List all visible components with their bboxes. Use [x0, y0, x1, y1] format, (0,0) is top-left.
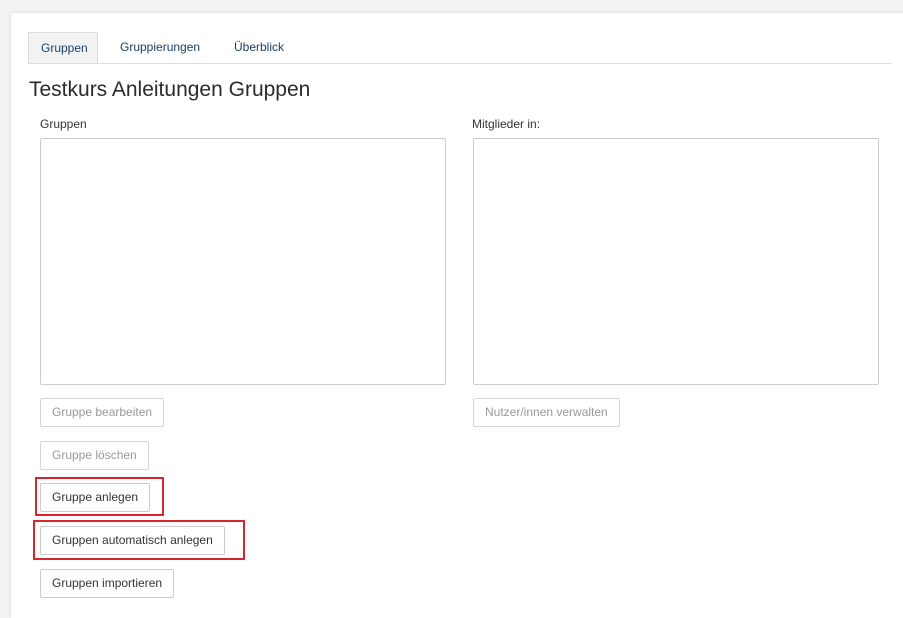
import-groups-button[interactable]: Gruppen importieren: [40, 569, 175, 598]
delete-group-button[interactable]: Gruppe löschen: [40, 441, 149, 470]
auto-create-groups-button[interactable]: Gruppen automatisch anlegen: [40, 526, 225, 555]
tab-ueberblick[interactable]: Überblick: [222, 32, 296, 63]
page-title: Testkurs Anleitungen Gruppen: [29, 78, 311, 101]
create-group-button[interactable]: Gruppe anlegen: [40, 483, 151, 512]
edit-group-button[interactable]: Gruppe bearbeiten: [40, 398, 165, 427]
tab-gruppen[interactable]: Gruppen: [28, 32, 98, 63]
members-listbox[interactable]: [473, 138, 879, 385]
members-label: Mitglieder in:: [472, 117, 541, 131]
tab-gruppierungen[interactable]: Gruppierungen: [108, 32, 212, 63]
tab-bar: Gruppen Gruppierungen Überblick: [28, 32, 892, 64]
groups-listbox[interactable]: [40, 138, 446, 385]
groups-label: Gruppen: [40, 117, 87, 131]
group-management-panel: Gruppen Gruppierungen Überblick Testkurs…: [11, 13, 903, 618]
manage-users-button[interactable]: Nutzer/innen verwalten: [473, 398, 620, 427]
